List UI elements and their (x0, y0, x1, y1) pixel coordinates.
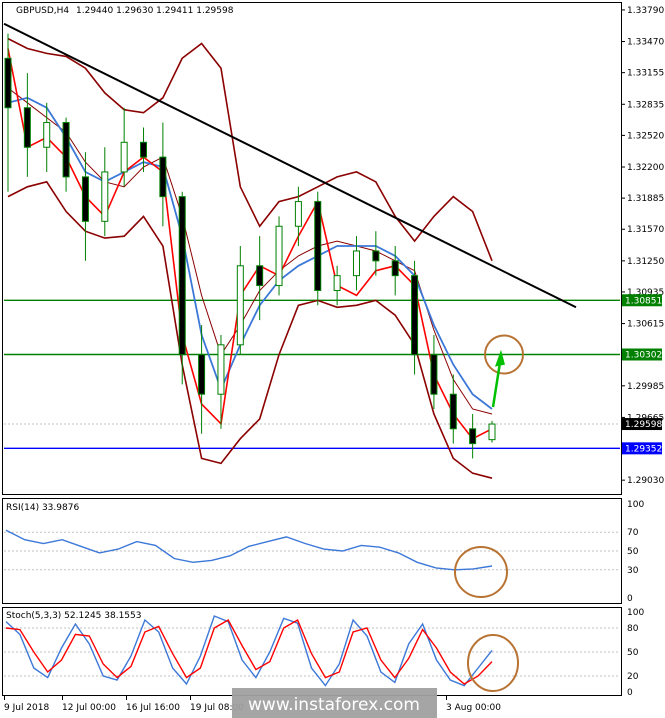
candle-body (4, 57, 12, 109)
candle (488, 420, 496, 443)
price-tick-label: 1.32835 (627, 100, 664, 110)
candle-body (159, 156, 167, 198)
price-tick-label: 1.29030 (627, 476, 664, 486)
candle-body (256, 265, 264, 287)
candle-body (120, 141, 128, 173)
price-tick-label: 1.31250 (627, 257, 664, 267)
price-label-text: 1.30851 (625, 296, 662, 306)
candle-body (449, 393, 457, 430)
time-tick-label: 16 Jul 16:00 (126, 703, 180, 713)
candle-body (198, 354, 206, 395)
watermark-text: www.instaforex.com (248, 695, 420, 715)
price-label-text: 1.29352 (625, 444, 662, 454)
candle-body (430, 354, 438, 395)
stoch-tick-label: 100 (627, 608, 644, 618)
candle-body (391, 260, 399, 277)
candle-body (178, 196, 186, 356)
price-tick-label: 1.32200 (627, 163, 664, 173)
price-axis: 1.33790 1.33470 1.33155 1.32835 1.32520 1.322… (621, 6, 664, 486)
candle-body (140, 141, 148, 158)
candle (314, 191, 322, 306)
price-tick-label: 1.33790 (627, 6, 664, 16)
candle-body (469, 428, 477, 445)
rsi-tick-label: 0 (627, 594, 633, 604)
price-tick-label: 1.29985 (627, 382, 664, 392)
time-tick-label: 9 Jul 2018 (4, 703, 49, 713)
candle-body (333, 275, 341, 291)
candle-body (372, 250, 380, 262)
price-label-text: 1.29598 (625, 420, 662, 430)
candle-body (81, 176, 89, 222)
price-tick-label: 1.31885 (627, 194, 664, 204)
candle-body (217, 344, 225, 395)
price-tick-label: 1.33155 (627, 69, 664, 79)
candle-body (23, 107, 31, 148)
candle-body (352, 250, 360, 277)
price-tick-label: 1.32520 (627, 131, 664, 141)
candle-body (314, 201, 322, 291)
price-tick-label: 1.31570 (627, 225, 664, 235)
stoch-tick-label: 0 (627, 688, 633, 698)
rsi-tick-label: 30 (627, 566, 639, 576)
rsi-tick-label: 70 (627, 528, 639, 538)
candle-body (411, 275, 419, 356)
candle-body (294, 201, 302, 227)
rsi-tick-label: 50 (627, 547, 639, 557)
stoch-tick-label: 20 (627, 672, 639, 682)
watermark: www.instaforex.com (232, 688, 437, 718)
candle-body (43, 122, 51, 148)
candle-body (236, 265, 244, 346)
candle (275, 216, 283, 296)
candle-body (101, 171, 109, 222)
candle-body (62, 122, 70, 178)
candle-body (275, 225, 283, 287)
price-tick-label: 1.33470 (627, 38, 664, 48)
chart-title: GBPUSD,H4 (16, 6, 69, 16)
candle-body (488, 423, 496, 441)
stoch-title: Stoch(5,3,3) 52.1245 38.1553 (6, 611, 141, 621)
stoch-tick-label: 50 (627, 648, 639, 658)
chart-ohlc: 1.29440 1.29630 1.29411 1.29598 (76, 6, 234, 16)
rsi-tick-label: 100 (627, 500, 644, 510)
trading-chart: 1007050300 1008050200 1.337901.334701.33… (2, 2, 664, 718)
time-tick-label: 12 Jul 00:00 (62, 703, 116, 713)
stoch-tick-label: 80 (627, 624, 639, 634)
time-tick-label: 3 Aug 00:00 (446, 703, 501, 713)
price-label-text: 1.30302 (625, 350, 662, 360)
price-tick-label: 1.30615 (627, 320, 664, 330)
rsi-title: RSI(14) 33.9876 (6, 503, 79, 513)
